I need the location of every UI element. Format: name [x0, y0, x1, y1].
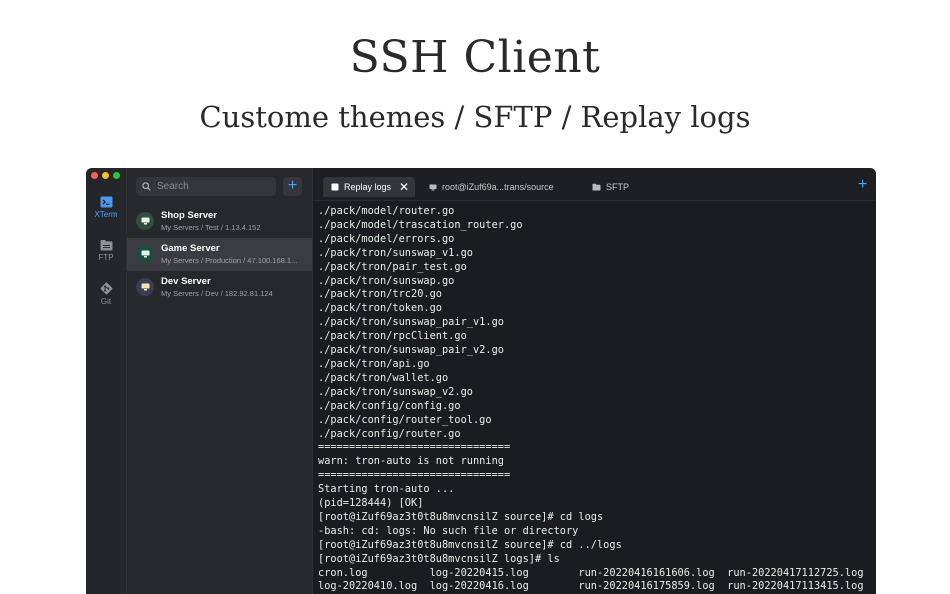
add-server-button[interactable]: +	[283, 177, 302, 196]
terminal-line: ./pack/tron/sunswap.go	[318, 274, 455, 287]
server-icon	[429, 184, 437, 190]
search-input[interactable]	[155, 180, 274, 193]
hero-subtitle: Custome themes / SFTP / Replay logs	[199, 100, 751, 134]
server-name: Shop Server	[161, 210, 217, 221]
server-avatar	[136, 212, 154, 230]
terminal-line: ./pack/tron/trc20.go	[318, 288, 442, 301]
terminal-line: ./pack/tron/wallet.go	[318, 371, 449, 384]
zoom-window-button[interactable]	[113, 172, 120, 179]
server-item-shop[interactable]: Shop Server My Servers / Test / 1.13.4.1…	[127, 205, 312, 238]
terminal-line: ./pack/config/config.go	[318, 399, 461, 412]
rail-item-xterm[interactable]: XTerm	[86, 196, 126, 219]
tab-bar: Replay logs ✕ root@iZuf69a...trans/sourc…	[313, 168, 876, 201]
server-icon	[141, 217, 149, 225]
tab-sftp[interactable]: SFTP	[584, 177, 629, 197]
server-name: Dev Server	[161, 276, 211, 287]
close-icon[interactable]: ✕	[399, 180, 409, 194]
terminal-line: ./pack/config/router.go	[318, 427, 461, 440]
git-icon	[100, 282, 112, 295]
folder-icon	[100, 240, 112, 251]
close-window-button[interactable]	[91, 172, 98, 179]
terminal-line: (pid=128444) [OK]	[318, 497, 424, 510]
terminal-line: ./pack/tron/rpcClient.go	[318, 330, 467, 343]
hero-title: SSH Client	[349, 32, 601, 83]
terminal-line: ./pack/model/errors.go	[318, 232, 455, 245]
rail-item-label: XTerm	[94, 210, 118, 219]
rail-item-ftp[interactable]: FTP	[86, 239, 126, 262]
terminal-line: Starting tron-auto ...	[318, 483, 455, 496]
terminal-line: ===============================	[318, 469, 511, 482]
terminal-line: [root@iZuf69az3t0t8u8mvcnsilZ source]# c…	[318, 510, 604, 523]
document-icon	[331, 183, 339, 191]
terminal-line: [root@iZuf69az3t0t8u8mvcnsilZ source]# c…	[318, 538, 622, 551]
server-icon	[141, 250, 149, 258]
window-controls	[91, 172, 120, 179]
nav-rail: XTerm FTP Git	[86, 168, 127, 594]
server-avatar	[136, 245, 154, 263]
server-list-panel: + Shop Server My Servers / Test / 1.13.4…	[127, 168, 313, 594]
terminal-line: ./pack/tron/sunswap_v1.go	[318, 246, 473, 259]
rail-item-label: Git	[100, 297, 112, 306]
tab-replay-logs[interactable]: Replay logs ✕	[323, 177, 416, 197]
terminal-line: ./pack/model/trascation_router.go	[318, 218, 523, 231]
new-tab-button[interactable]: +	[858, 176, 867, 194]
tab-label: Replay logs	[344, 182, 392, 192]
terminal-line: cron.log log-20220415.log run-2022041616…	[318, 566, 864, 579]
search-box[interactable]	[136, 177, 276, 196]
terminal-line: ./pack/tron/api.go	[318, 357, 430, 370]
search-icon	[142, 182, 151, 191]
terminal-line: log-20220410.log log-20220416.log run-20…	[318, 580, 864, 593]
server-icon	[141, 283, 149, 291]
server-item-game[interactable]: Game Server My Servers / Production / 47…	[127, 238, 312, 271]
terminal-text: ./pack/model/router.go ./pack/model/tras…	[313, 201, 876, 594]
terminal-line: [root@iZuf69az3t0t8u8mvcnsilZ logs]# ls	[318, 552, 560, 565]
app-window: XTerm FTP Git Search + Shop Server My Se…	[86, 168, 876, 594]
tab-label: SFTP	[606, 182, 630, 192]
terminal-line: -bash: cd: logs: No such file or directo…	[318, 524, 579, 537]
rail-item-label: FTP	[98, 253, 114, 262]
tab-ssh-session[interactable]: root@iZuf69a...trans/source	[421, 177, 554, 197]
tab-label: root@iZuf69a...trans/source	[442, 182, 554, 192]
server-path: My Servers / Test / 1.13.4.152	[161, 223, 261, 232]
server-item-dev[interactable]: Dev Server My Servers / Dev / 182.92.81.…	[127, 271, 312, 304]
server-avatar	[136, 278, 154, 296]
terminal-line: ./pack/tron/sunswap_pair_v2.go	[318, 344, 504, 357]
folder-icon	[592, 183, 601, 191]
server-name: Game Server	[161, 243, 220, 254]
terminal-line: ./pack/tron/sunswap_pair_v1.go	[318, 316, 504, 329]
server-path: My Servers / Production / 47.100.168.1..…	[161, 256, 298, 265]
terminal-line: ./pack/tron/pair_test.go	[318, 260, 467, 273]
minimize-window-button[interactable]	[102, 172, 109, 179]
terminal-output[interactable]: ./pack/model/router.go ./pack/model/tras…	[313, 201, 876, 594]
terminal-line: warn: tron-auto is not running	[318, 455, 504, 468]
terminal-icon	[100, 196, 112, 208]
terminal-line: ./pack/config/router_tool.go	[318, 413, 492, 426]
terminal-line: ./pack/tron/sunswap_v2.go	[318, 385, 473, 398]
rail-item-git[interactable]: Git	[86, 282, 126, 306]
terminal-line: ./pack/model/router.go	[318, 205, 455, 217]
terminal-line: ./pack/tron/token.go	[318, 302, 442, 315]
server-path: My Servers / Dev / 182.92.81.124	[161, 289, 273, 298]
terminal-line: ===============================	[318, 441, 511, 454]
